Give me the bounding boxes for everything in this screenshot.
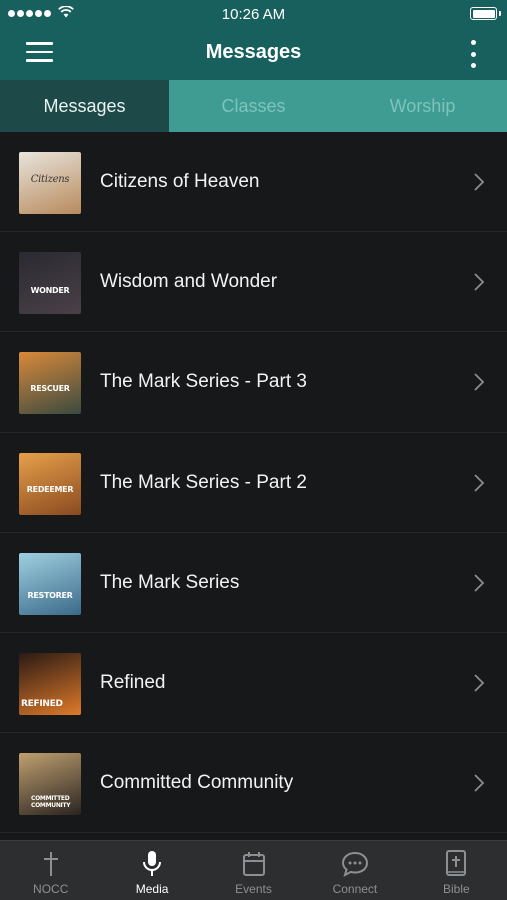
list-item[interactable]: REFINED Refined <box>0 633 507 734</box>
list-item[interactable]: Citizens Citizens of Heaven <box>0 132 507 233</box>
list-item-title: Committed Community <box>100 772 294 794</box>
bottom-tab-bar: NOCC Media Events Connect Bible <box>0 840 507 900</box>
chevron-right-icon <box>474 674 485 692</box>
tab-bar-label: Events <box>235 882 272 896</box>
list-item-title: The Mark Series <box>100 571 240 593</box>
list-item[interactable]: REDEEMER The Mark Series - Part 2 <box>0 433 507 533</box>
chevron-right-icon <box>474 273 485 291</box>
thumbnail-caption: WONDER <box>30 286 70 296</box>
content-tabs: Messages Classes Worship <box>0 80 507 132</box>
tab-classes[interactable]: Classes <box>169 80 338 132</box>
list-item[interactable]: COMMITTED COMMUNITY Committed Community <box>0 733 507 834</box>
navigation-bar: Messages <box>0 28 507 80</box>
list-item-title: Citizens of Heaven <box>100 171 260 192</box>
chevron-right-icon <box>474 774 485 792</box>
list-item[interactable]: WONDER Wisdom and Wonder <box>0 232 507 333</box>
thumbnail-caption: REDEEMER <box>26 484 74 494</box>
tab-bar-label: Connect <box>332 882 378 896</box>
microphone-icon <box>143 851 162 876</box>
status-time: 10:26 AM <box>221 6 286 23</box>
tab-bar-item-nocc[interactable]: NOCC <box>0 841 101 900</box>
tab-bar-item-bible[interactable]: Bible <box>406 841 507 900</box>
cross-icon <box>43 852 58 876</box>
series-thumbnail: REDEEMER <box>19 452 81 515</box>
list-item-title: The Mark Series - Part 3 <box>100 371 307 393</box>
tab-worship[interactable]: Worship <box>338 80 507 132</box>
battery-icon <box>470 7 501 20</box>
message-list: Citizens Citizens of Heaven WONDER Wisdo… <box>0 132 507 840</box>
tab-bar-label: Bible <box>442 882 470 896</box>
chevron-right-icon <box>474 473 485 492</box>
series-thumbnail: REFINED <box>19 652 81 715</box>
series-thumbnail: COMMITTED COMMUNITY <box>19 753 81 816</box>
tab-bar-item-events[interactable]: Events <box>203 841 304 900</box>
series-thumbnail: WONDER <box>19 252 81 315</box>
more-options-icon[interactable] <box>469 40 477 68</box>
chat-bubble-icon <box>341 851 368 877</box>
thumbnail-caption: REFINED <box>21 698 63 709</box>
tab-bar-label: NOCC <box>33 882 69 896</box>
tab-bar-item-media[interactable]: Media <box>101 841 202 900</box>
list-item-title: The Mark Series - Part 2 <box>100 471 307 493</box>
chevron-right-icon <box>474 373 485 392</box>
list-item-title: Refined <box>100 671 166 693</box>
series-thumbnail: Citizens <box>19 152 81 214</box>
series-thumbnail: RESTORER <box>19 552 81 615</box>
chevron-right-icon <box>474 574 485 592</box>
list-item[interactable]: RESCUER The Mark Series - Part 3 <box>0 332 507 433</box>
calendar-icon <box>242 852 265 876</box>
chevron-right-icon <box>474 173 485 191</box>
thumbnail-caption: Citizens <box>30 174 70 185</box>
list-item[interactable]: RESTORER The Mark Series <box>0 533 507 633</box>
tab-bar-item-connect[interactable]: Connect <box>304 841 405 900</box>
thumbnail-caption: COMMITTED COMMUNITY <box>31 795 71 810</box>
tab-bar-label: Media <box>135 882 169 896</box>
tab-messages[interactable]: Messages <box>0 80 169 132</box>
series-thumbnail: RESCUER <box>19 352 81 415</box>
list-item-title: Wisdom and Wonder <box>100 271 278 293</box>
bible-icon <box>446 850 467 876</box>
status-bar: 10:26 AM <box>0 0 507 28</box>
page-title: Messages <box>205 41 302 63</box>
thumbnail-caption: RESTORER <box>27 590 73 600</box>
thumbnail-caption: RESCUER <box>30 384 70 394</box>
